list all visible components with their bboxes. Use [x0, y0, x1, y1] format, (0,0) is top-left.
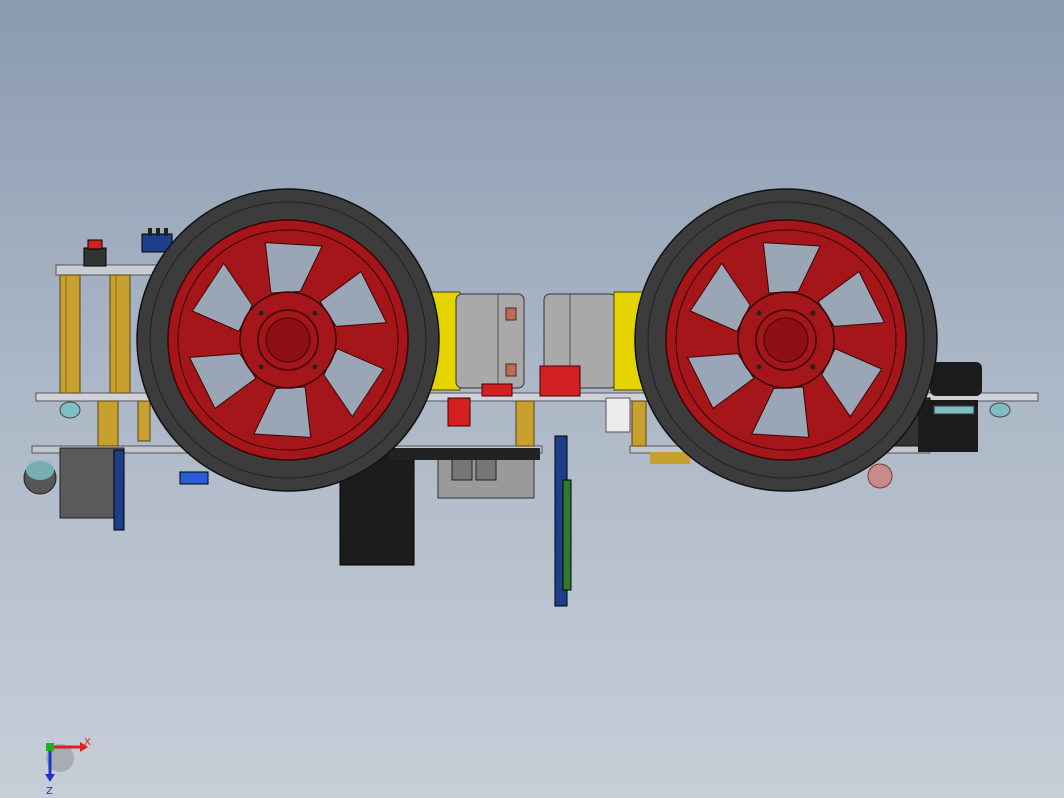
- standoff: [631, 400, 647, 447]
- standoff: [515, 400, 535, 447]
- motor-mount: [481, 383, 513, 397]
- motor-mount: [539, 365, 581, 397]
- vertical-pcb: [554, 435, 572, 607]
- sensor-pcb: [113, 449, 125, 531]
- cad-viewport[interactable]: X Z: [0, 0, 1064, 798]
- pin-headers: [650, 452, 690, 464]
- header-strip: [390, 448, 540, 460]
- standoff: [59, 274, 81, 394]
- blue-module: [179, 471, 209, 485]
- motor-mount: [447, 397, 471, 427]
- rear-led: [867, 463, 893, 489]
- power-switch: [83, 247, 107, 267]
- standoff: [109, 274, 131, 394]
- led: [989, 402, 1011, 418]
- rear-wheel: [634, 188, 938, 492]
- led: [26, 460, 54, 480]
- standoff: [97, 400, 119, 447]
- buzzer: [930, 362, 982, 396]
- led: [59, 401, 81, 419]
- x-axis-label: X: [84, 737, 91, 748]
- z-axis-label: Z: [46, 786, 53, 797]
- coordinate-triad: X Z: [45, 737, 91, 797]
- resistor: [933, 405, 975, 415]
- top-components: [83, 228, 173, 267]
- y-axis-marker: [46, 743, 54, 751]
- lower-components: [390, 397, 631, 499]
- front-wheel: [136, 188, 440, 492]
- standoff: [137, 400, 151, 442]
- white-block: [605, 397, 631, 433]
